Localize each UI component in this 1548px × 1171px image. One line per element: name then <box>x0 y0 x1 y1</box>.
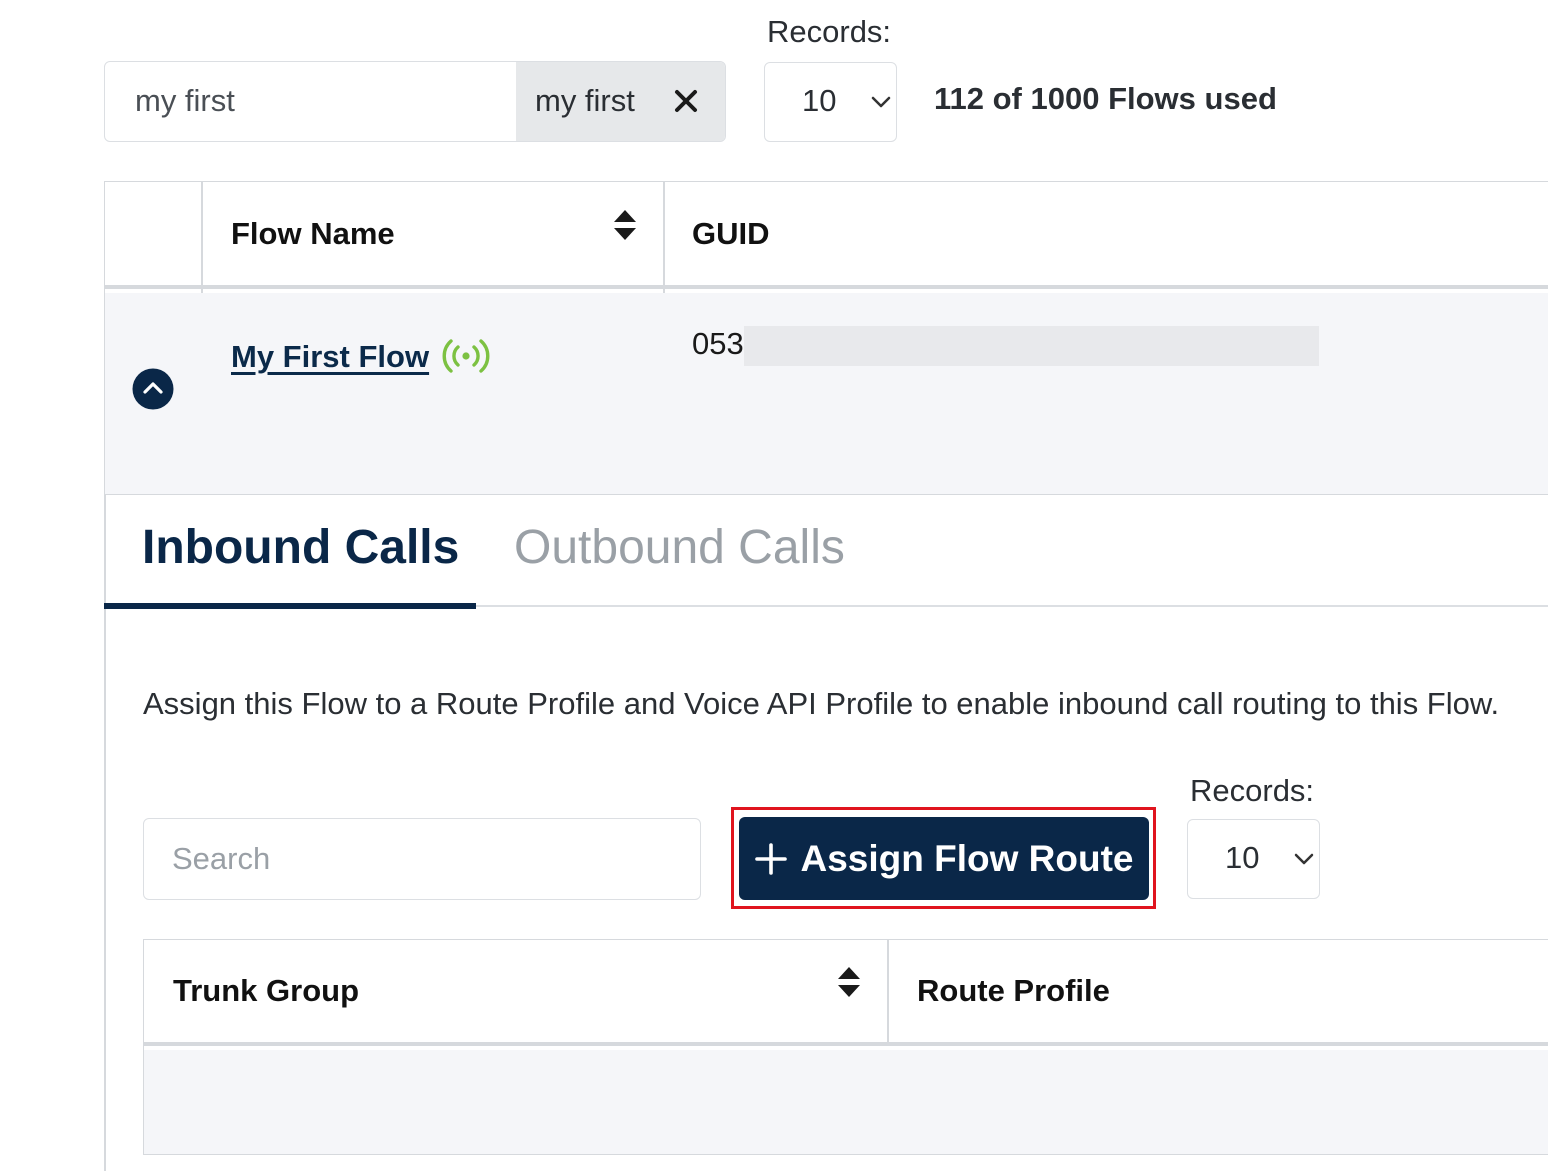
inbound-description: Assign this Flow to a Route Profile and … <box>143 686 1500 721</box>
assign-flow-route-label: Assign Flow Route <box>800 837 1134 879</box>
column-header-trunk-group[interactable]: Trunk Group <box>173 973 359 1009</box>
table-row <box>144 1050 1548 1154</box>
filter-chip: my first <box>516 62 725 141</box>
records-select-value: 10 <box>802 83 837 118</box>
inbound-records-label: Records: <box>1190 773 1315 808</box>
route-search-input[interactable] <box>143 818 701 900</box>
collapse-row-icon[interactable] <box>132 368 174 410</box>
flow-name-link[interactable]: My First Flow <box>231 339 429 375</box>
flows-usage-text: 112 of 1000 Flows used <box>934 81 1277 116</box>
inbound-records-select[interactable]: 10 <box>1187 819 1320 899</box>
sort-icon[interactable] <box>613 209 637 241</box>
table-row: My First Flow 053 <box>105 293 1548 494</box>
guid-redacted-bar <box>744 326 1319 366</box>
inbound-records-value: 10 <box>1225 840 1260 875</box>
assign-flow-route-button[interactable]: Assign Flow Route <box>739 817 1149 900</box>
live-broadcast-icon <box>442 339 490 373</box>
tab-outbound-calls[interactable]: Outbound Calls <box>514 520 845 575</box>
guid-value: 053 <box>692 326 744 361</box>
tab-inbound-calls[interactable]: Inbound Calls <box>142 520 459 575</box>
records-label: Records: <box>767 14 892 49</box>
filter-input-text[interactable]: my first <box>135 62 235 140</box>
flows-table: Flow Name GUID My First Flow 053 <box>104 181 1548 495</box>
chevron-down-icon <box>871 96 891 108</box>
close-icon[interactable] <box>671 86 701 116</box>
filter-chip-label: my first <box>535 83 635 118</box>
sort-icon[interactable] <box>837 966 861 998</box>
chevron-down-icon <box>1294 853 1314 865</box>
flow-filter-input[interactable]: my first my first <box>104 61 726 142</box>
column-header-route-profile: Route Profile <box>917 973 1110 1008</box>
column-header-flow-name[interactable]: Flow Name <box>231 216 395 252</box>
records-select[interactable]: 10 <box>764 62 897 142</box>
routes-table: Trunk Group Route Profile <box>143 939 1548 1155</box>
active-tab-indicator <box>104 603 476 609</box>
plus-icon <box>754 842 787 875</box>
column-header-guid: GUID <box>692 216 770 251</box>
